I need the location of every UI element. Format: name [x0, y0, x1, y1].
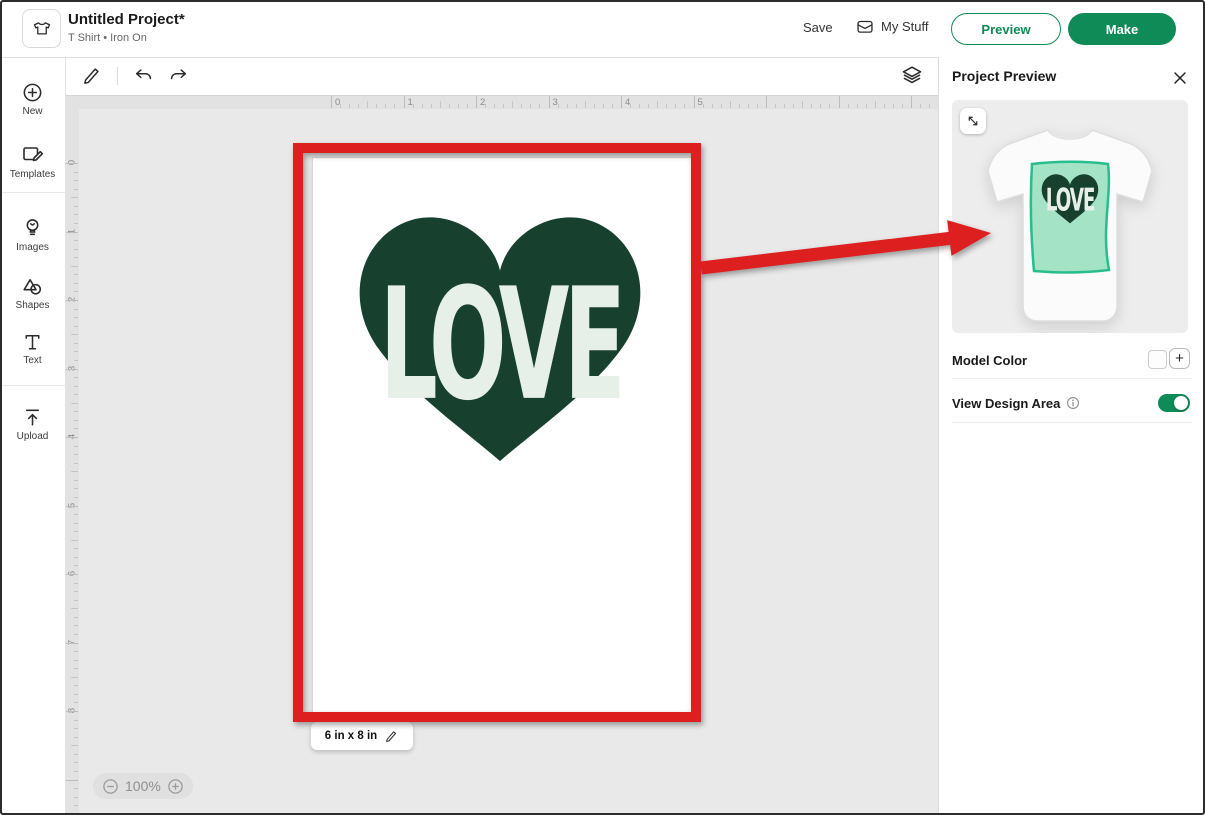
- canvas-region: 012345 012345678 6 in x 8 in: [65, 57, 938, 815]
- model-color-label: Model Color: [952, 353, 1027, 368]
- view-design-area-toggle[interactable]: [1158, 394, 1190, 412]
- ruler-corner: [65, 95, 79, 109]
- zoom-out-button[interactable]: [102, 778, 119, 795]
- tshirt-preview: [952, 100, 1188, 333]
- expand-icon: [964, 112, 982, 130]
- save-button[interactable]: Save: [803, 20, 833, 35]
- sidebar-item-upload[interactable]: Upload: [0, 406, 65, 442]
- love-heart-design[interactable]: [341, 196, 659, 474]
- serif-t-icon: [21, 331, 44, 353]
- edit-button[interactable]: [79, 63, 105, 89]
- zoom-in-button[interactable]: [167, 778, 184, 795]
- mail-box-icon: [855, 17, 875, 35]
- layers-button[interactable]: [899, 63, 925, 89]
- preview-button[interactable]: Preview: [951, 13, 1061, 45]
- sidebar-item-text[interactable]: Text: [0, 331, 65, 366]
- model-color-swatch[interactable]: [1148, 350, 1167, 369]
- toolbar-separator: [117, 67, 118, 85]
- design-size-chip[interactable]: 6 in x 8 in: [311, 722, 413, 750]
- sidebar-item-label: New: [0, 106, 65, 117]
- toggle-knob: [1174, 396, 1188, 410]
- sidebar-divider: [0, 192, 65, 193]
- redo-icon: [167, 66, 189, 86]
- sidebar-item-shapes[interactable]: Shapes: [0, 276, 65, 311]
- sidebar: New Templates Images Shapes: [0, 57, 66, 815]
- sidebar-item-templates[interactable]: Templates: [0, 143, 65, 180]
- sidebar-item-label: Images: [0, 242, 65, 253]
- view-design-area-row: View Design Area: [952, 388, 1192, 418]
- lightbulb-icon: [21, 216, 44, 240]
- expand-preview-button[interactable]: [960, 108, 986, 134]
- close-panel-button[interactable]: [1171, 69, 1189, 87]
- canvas-toolbar: [65, 57, 938, 95]
- panel-divider: [952, 422, 1192, 423]
- undo-icon: [133, 66, 155, 86]
- template-pencil-icon: [21, 143, 45, 167]
- circle-plus-icon: [21, 81, 44, 104]
- sidebar-item-new[interactable]: New: [0, 81, 65, 117]
- sidebar-item-label: Upload: [0, 431, 65, 442]
- zoom-level: 100%: [125, 778, 161, 794]
- sidebar-divider: [0, 385, 65, 386]
- panel-title: Project Preview: [952, 68, 1056, 84]
- sidebar-item-label: Shapes: [0, 300, 65, 311]
- design-size-label: 6 in x 8 in: [325, 730, 377, 742]
- project-title: Untitled Project*: [68, 11, 185, 28]
- pencil-icon: [81, 65, 103, 87]
- tshirt-icon: [29, 16, 55, 42]
- cricut-design-space-window: LOVE Untitled Project* T Shirt • Iron On…: [0, 0, 1205, 815]
- sidebar-item-label: Templates: [0, 169, 65, 180]
- sidebar-item-images[interactable]: Images: [0, 216, 65, 253]
- header: Untitled Project* T Shirt • Iron On Save…: [0, 0, 1205, 58]
- project-type-button[interactable]: [22, 9, 61, 48]
- tshirt-mockup: [952, 100, 1188, 333]
- h-ruler: 012345: [79, 95, 938, 109]
- sidebar-item-label: Text: [0, 355, 65, 366]
- make-button[interactable]: Make: [1068, 13, 1176, 45]
- info-icon[interactable]: [1066, 396, 1080, 410]
- upload-arrow-icon: [21, 406, 44, 429]
- v-ruler: 012345678: [65, 109, 79, 815]
- my-stuff-button[interactable]: My Stuff: [855, 17, 928, 35]
- panel-divider: [952, 378, 1192, 379]
- project-subtitle: T Shirt • Iron On: [68, 32, 147, 44]
- project-preview-panel: Project Preview Model Color: [938, 57, 1205, 815]
- circle-plus-icon: [167, 778, 184, 795]
- my-stuff-label: My Stuff: [881, 19, 928, 34]
- design-canvas[interactable]: 6 in x 8 in 100%: [79, 109, 938, 815]
- pencil-icon: [384, 729, 399, 744]
- undo-button[interactable]: [131, 63, 157, 89]
- zoom-control: 100%: [93, 773, 193, 799]
- add-color-button[interactable]: +: [1169, 348, 1190, 369]
- redo-button[interactable]: [165, 63, 191, 89]
- layers-icon: [900, 64, 924, 88]
- triangle-circle-icon: [21, 276, 44, 298]
- artboard-page[interactable]: [313, 158, 693, 712]
- circle-minus-icon: [102, 778, 119, 795]
- view-design-area-label: View Design Area: [952, 396, 1060, 411]
- close-icon: [1173, 71, 1187, 85]
- model-color-row: Model Color +: [952, 345, 1192, 375]
